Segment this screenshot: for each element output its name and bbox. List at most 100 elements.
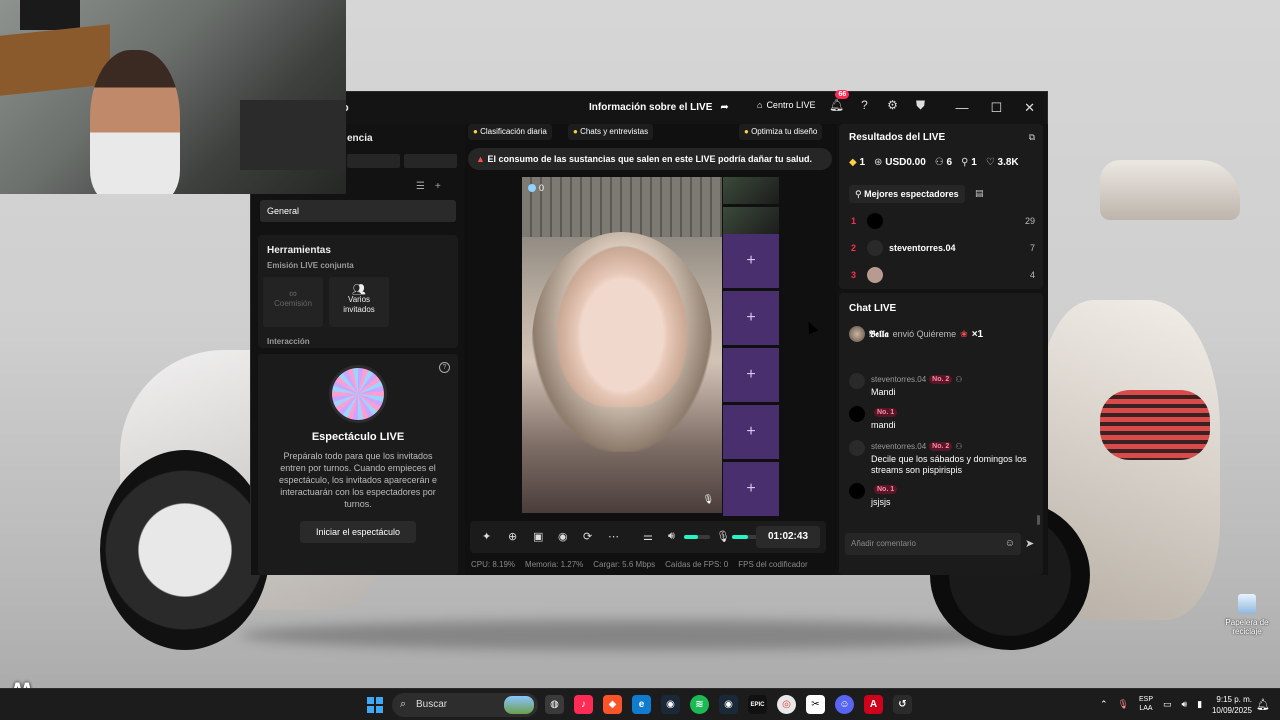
chip-daily-ranking[interactable]: ● Clasificación diaria bbox=[468, 124, 552, 140]
comment-input[interactable]: Añadir comentario ☺ bbox=[845, 533, 1021, 555]
list-icon[interactable]: ▤ bbox=[975, 188, 984, 199]
mic-tray-icon[interactable]: 🎙︎ bbox=[1118, 699, 1129, 710]
live-info-button[interactable]: Información sobre el LIVE ➦ bbox=[589, 102, 729, 113]
record-icon[interactable]: ◉ bbox=[558, 530, 568, 543]
help-icon[interactable]: ? bbox=[857, 98, 871, 112]
viewer-score: 4 bbox=[1029, 270, 1035, 280]
share-icon: ➦ bbox=[720, 102, 729, 113]
app-epic-games-icon[interactable]: EPIC bbox=[748, 695, 767, 714]
cohost-button[interactable]: ∞ Coemisión bbox=[263, 277, 323, 327]
magic-wand-icon[interactable]: ✦ bbox=[482, 530, 491, 543]
mixer-icon[interactable]: ⚌ bbox=[643, 530, 653, 543]
speaker-volume-slider[interactable] bbox=[684, 535, 710, 539]
link-icon: ∞ bbox=[289, 288, 297, 300]
webcam-person bbox=[90, 50, 180, 194]
content-warning-banner: ▲ El consumo de las sustancias que salen… bbox=[468, 148, 832, 170]
multi-guest-button[interactable]: 👥︎ Varios invitados bbox=[329, 277, 389, 327]
scene-item-general[interactable]: General bbox=[260, 200, 456, 222]
add-guest-slot[interactable]: + bbox=[723, 405, 779, 459]
notifications-button[interactable]: 🔔︎ 66 bbox=[829, 90, 850, 112]
chevron-up-icon[interactable]: ⌃ bbox=[1100, 699, 1108, 710]
app-steam-2-icon[interactable]: ◉ bbox=[719, 695, 738, 714]
screen-icon[interactable]: ▣ bbox=[533, 530, 543, 543]
minimize-icon[interactable]: — bbox=[955, 100, 968, 116]
rank-badge: No. 2 bbox=[929, 375, 953, 384]
guest-thumbnail[interactable] bbox=[723, 207, 779, 234]
mic-icon[interactable]: 🎙︎ bbox=[716, 530, 730, 543]
add-source-icon[interactable]: ⊕ bbox=[508, 530, 517, 543]
add-scene-icon[interactable]: + bbox=[435, 181, 441, 192]
top-viewer-row[interactable]: 2 steventorres.04 7 bbox=[851, 239, 1035, 259]
live-timer: 01:02:43 bbox=[756, 526, 820, 548]
top-viewers-tab[interactable]: ⚲ Mejores espectadores bbox=[849, 185, 965, 203]
guest-thumbnail[interactable] bbox=[723, 177, 779, 204]
chat-scrollbar[interactable] bbox=[1037, 515, 1040, 525]
battery-icon[interactable]: ▮ bbox=[1197, 699, 1202, 710]
scene-toggle-horizontal[interactable] bbox=[347, 154, 400, 168]
app-capcut-icon[interactable]: ✂ bbox=[806, 695, 825, 714]
help-circle-icon[interactable]: ? bbox=[439, 362, 450, 373]
metric-likes: ♡ 3.8K bbox=[986, 157, 1019, 168]
taskbar-clock[interactable]: 9:15 p. m. 10/09/2025 bbox=[1208, 694, 1252, 716]
scene-toggle-vertical[interactable] bbox=[404, 154, 457, 168]
app-capcut-2-icon[interactable]: ↺ bbox=[893, 695, 912, 714]
taskbar-search[interactable]: ⌕ Buscar bbox=[392, 693, 538, 717]
start-button[interactable] bbox=[367, 697, 383, 713]
viewer-score: 7 bbox=[1029, 243, 1035, 253]
mic-volume-fill bbox=[732, 535, 748, 539]
app-edge-icon[interactable]: e bbox=[632, 695, 651, 714]
app-autodesk-icon[interactable]: A bbox=[864, 695, 883, 714]
chip-label: Clasificación diaria bbox=[480, 127, 547, 136]
app-chrome-icon[interactable]: ◎ bbox=[777, 695, 796, 714]
recycle-bin-shortcut[interactable]: Papelera de reciclaje bbox=[1222, 594, 1272, 636]
close-icon[interactable]: ✕ bbox=[1024, 100, 1035, 116]
notification-center-icon[interactable]: 🔔︎ bbox=[1256, 698, 1270, 711]
popout-icon[interactable]: ⧉ bbox=[1029, 132, 1035, 143]
performance-stats: CPU: 8.19% Memoria: 1.27% Cargar: 5.6 Mb… bbox=[471, 560, 808, 569]
language-indicator[interactable]: ESP LAA bbox=[1139, 695, 1153, 713]
add-guest-slot[interactable]: + bbox=[723, 291, 779, 345]
volume-icon[interactable]: 🔊︎ bbox=[1182, 699, 1188, 710]
send-icon[interactable]: ➤ bbox=[1025, 537, 1034, 550]
live-video-preview[interactable]: 0 🎙︎ bbox=[522, 177, 722, 513]
app-brave-icon[interactable]: ◆ bbox=[603, 695, 622, 714]
chip-chats-interviews[interactable]: ● Chats y entrevistas bbox=[568, 124, 654, 140]
rank-badge: No. 1 bbox=[874, 485, 898, 494]
settings-gear-icon[interactable]: ⚙ bbox=[885, 98, 899, 112]
mic-volume-slider[interactable] bbox=[732, 535, 758, 539]
car-wing bbox=[1100, 160, 1240, 220]
webcam-desk-right bbox=[240, 100, 346, 170]
rank-badge: No. 2 bbox=[929, 442, 953, 451]
live-center-button[interactable]: ⌂ Centro LIVE bbox=[757, 100, 815, 110]
start-show-button[interactable]: Iniciar el espectáculo bbox=[300, 521, 416, 543]
top-viewer-row[interactable]: 3 4 bbox=[851, 266, 1035, 286]
emoji-icon[interactable]: ☺ bbox=[1005, 538, 1015, 549]
list-view-icon[interactable]: ☰ bbox=[416, 181, 425, 192]
stat-upload: Cargar: 5.6 Mbps bbox=[593, 560, 656, 569]
metric-followers-value: 1 bbox=[971, 157, 977, 168]
metric-followers: ⚲ 1 bbox=[961, 157, 977, 168]
app-spotify-icon[interactable]: ≋ bbox=[690, 695, 709, 714]
app-discord-icon[interactable]: ☺ bbox=[835, 695, 854, 714]
person-icon: ⚲ bbox=[855, 189, 862, 199]
app-steam-icon[interactable]: ◉ bbox=[661, 695, 680, 714]
app-tiktok-icon[interactable]: ♪ bbox=[574, 695, 593, 714]
live-metrics: ◆ 1 ⊛ USD0.00 ⚇ 6 ⚲ 1 ♡ 3.8K bbox=[849, 157, 1019, 168]
chip-optimize-design[interactable]: ● Optimiza tu diseño bbox=[739, 124, 823, 140]
add-guest-slot[interactable]: + bbox=[723, 462, 779, 516]
video-subject-face bbox=[557, 247, 687, 407]
more-icon[interactable]: ⋯ bbox=[608, 530, 619, 543]
top-viewer-row[interactable]: 1 29 bbox=[851, 212, 1035, 232]
chat-username: steventorres.04 bbox=[871, 442, 927, 451]
chat-bubble-icon: ● bbox=[573, 127, 578, 136]
add-guest-slot[interactable]: + bbox=[723, 234, 779, 288]
add-guest-slot[interactable]: + bbox=[723, 348, 779, 402]
multi-guest-label: Varios invitados bbox=[343, 295, 375, 314]
shield-icon[interactable]: ⛊ bbox=[913, 98, 927, 112]
speaker-icon[interactable]: 🔊︎ bbox=[668, 530, 675, 543]
camera-switch-icon[interactable]: ⟳ bbox=[583, 530, 592, 543]
network-icon[interactable]: ▭ bbox=[1163, 699, 1172, 710]
maximize-icon[interactable]: ☐ bbox=[990, 100, 1002, 116]
live-show-title: Espectáculo LIVE bbox=[311, 431, 405, 443]
app-obs-icon[interactable]: ◍ bbox=[545, 695, 564, 714]
